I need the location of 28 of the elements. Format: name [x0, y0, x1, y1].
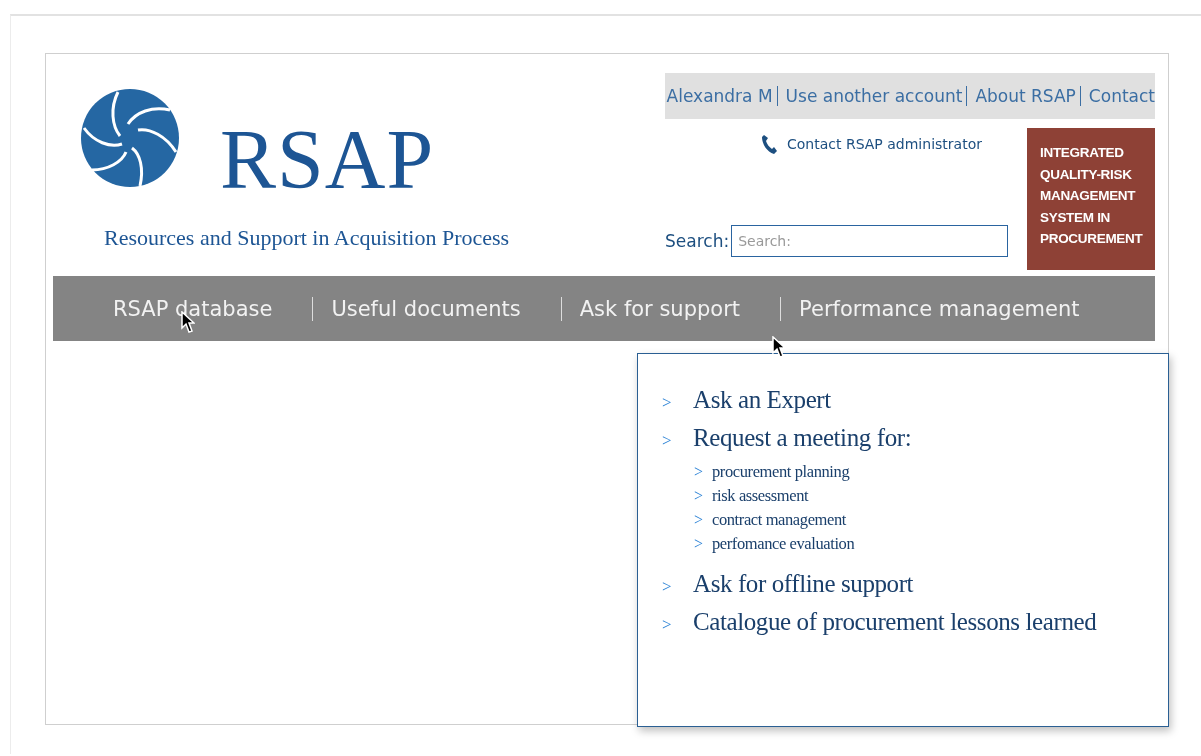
bullet-marker: > [662, 393, 673, 413]
search-label: Search: [665, 231, 730, 251]
menu-link[interactable]: perfomance evaluation [712, 534, 855, 554]
menu-link[interactable]: Ask an Expert [693, 386, 831, 414]
banner-text[interactable]: INTEGRATED QUALITY-RISK MANAGEMENT SYSTEM IN PROCUREMENT [1027, 128, 1155, 270]
bullet-marker: > [662, 577, 673, 597]
bullet-marker: > [662, 615, 673, 635]
contact-admin-link[interactable]: Contact RSAP administrator [787, 136, 982, 152]
bullet-marker: > [694, 535, 705, 553]
menu-link[interactable]: risk assessment [712, 486, 809, 506]
top-link[interactable]: Alexandra M [662, 86, 777, 106]
top-link[interactable]: Contact [1079, 86, 1155, 106]
menu-link[interactable]: Ask for offline support [693, 570, 914, 598]
menu-link[interactable]: Request a meeting for: [693, 424, 912, 452]
bullet-marker: > [694, 463, 705, 481]
top-link[interactable]: About RSAP [966, 86, 1080, 106]
search-field[interactable]: Search: [731, 225, 1009, 257]
menu-link[interactable]: procurement planning [712, 462, 850, 482]
shutter-logo-icon [80, 88, 180, 188]
bullet-marker: > [662, 431, 673, 451]
bullet-marker: > [694, 487, 705, 505]
phone-icon [761, 134, 777, 154]
bullet-marker: > [694, 511, 705, 529]
tagline: Resources and Support in Acquisition Process [104, 225, 510, 251]
menu-link[interactable]: contract management [712, 510, 846, 530]
top-link[interactable]: Use another account [776, 86, 967, 106]
menu-link[interactable]: Catalogue of procurement lessons learned [693, 608, 1097, 636]
logo-text: RSAP [220, 118, 435, 202]
